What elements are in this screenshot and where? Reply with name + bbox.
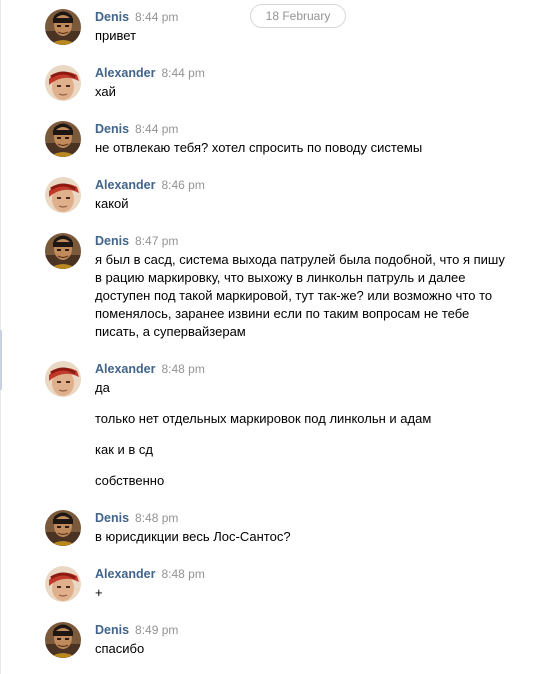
- author-name[interactable]: Alexander: [95, 66, 155, 80]
- message-header: Denis 8:49 pm: [95, 622, 178, 638]
- message-time[interactable]: 8:48 pm: [135, 511, 178, 525]
- author-name[interactable]: Denis: [95, 10, 129, 24]
- message-time[interactable]: 8:47 pm: [135, 234, 178, 248]
- denis-avatar[interactable]: [45, 9, 81, 45]
- message-body: хай: [95, 83, 505, 101]
- author-name[interactable]: Denis: [95, 122, 129, 136]
- message-body: в юрисдикции весь Лос-Сантос?: [95, 528, 505, 546]
- alexander-avatar[interactable]: [45, 177, 81, 213]
- author-name[interactable]: Alexander: [95, 178, 155, 192]
- alexander-avatar[interactable]: [45, 65, 81, 101]
- author-name[interactable]: Denis: [95, 511, 129, 525]
- author-name[interactable]: Denis: [95, 234, 129, 248]
- message-text: хай: [95, 84, 116, 99]
- message-text: я был в сасд, система выхода патрулей бы…: [95, 252, 505, 339]
- message-text: спасибо: [95, 641, 145, 656]
- message-header: Alexander 8:46 pm: [95, 177, 205, 193]
- message-text: только нет отдельных маркировок под линк…: [95, 411, 432, 426]
- message-header: Alexander 8:48 pm: [95, 566, 205, 582]
- message-time[interactable]: 8:49 pm: [135, 623, 178, 637]
- author-name[interactable]: Denis: [95, 623, 129, 637]
- message-text: да: [95, 380, 110, 395]
- message-body: какой: [95, 195, 505, 213]
- message-time[interactable]: 8:44 pm: [161, 66, 204, 80]
- message-header: Denis 8:47 pm: [95, 233, 178, 249]
- message-header: Alexander 8:48 pm: [95, 361, 205, 377]
- denis-avatar[interactable]: [45, 622, 81, 658]
- denis-avatar[interactable]: [45, 121, 81, 157]
- message-body: спасибо: [95, 640, 505, 658]
- message-time[interactable]: 8:44 pm: [135, 10, 178, 24]
- message-header: Denis 8:48 pm: [95, 510, 178, 526]
- alexander-avatar[interactable]: [45, 566, 81, 602]
- message-header: Denis 8:44 pm: [95, 121, 178, 137]
- message-text: собственно: [95, 473, 165, 488]
- message-text: привет: [95, 28, 137, 43]
- message-time[interactable]: 8:44 pm: [135, 122, 178, 136]
- message-time[interactable]: 8:48 pm: [161, 567, 204, 581]
- message-time[interactable]: 8:48 pm: [161, 362, 204, 376]
- scroll-indicator: [0, 330, 2, 390]
- message-body: не отвлекаю тебя? хотел спросить по пово…: [95, 139, 505, 157]
- author-name[interactable]: Alexander: [95, 362, 155, 376]
- message-time[interactable]: 8:46 pm: [161, 178, 204, 192]
- author-name[interactable]: Alexander: [95, 567, 155, 581]
- denis-avatar[interactable]: [45, 233, 81, 269]
- date-separator: 18 February: [250, 4, 346, 28]
- message-header: Alexander 8:44 pm: [95, 65, 205, 81]
- message-text: как и в сд: [95, 442, 153, 457]
- message-header: Denis 8:44 pm: [95, 9, 178, 25]
- message-text: в юрисдикции весь Лос-Сантос?: [95, 529, 291, 544]
- message-body: да только нет отдельных маркировок под л…: [95, 379, 505, 490]
- message-body: +: [95, 584, 505, 602]
- alexander-avatar[interactable]: [45, 361, 81, 397]
- message-body: я был в сасд, система выхода патрулей бы…: [95, 251, 505, 341]
- message-text: какой: [95, 196, 129, 211]
- message-text: +: [95, 585, 103, 600]
- denis-avatar[interactable]: [45, 510, 81, 546]
- message-body: привет: [95, 27, 505, 45]
- message-text: не отвлекаю тебя? хотел спросить по пово…: [95, 140, 423, 155]
